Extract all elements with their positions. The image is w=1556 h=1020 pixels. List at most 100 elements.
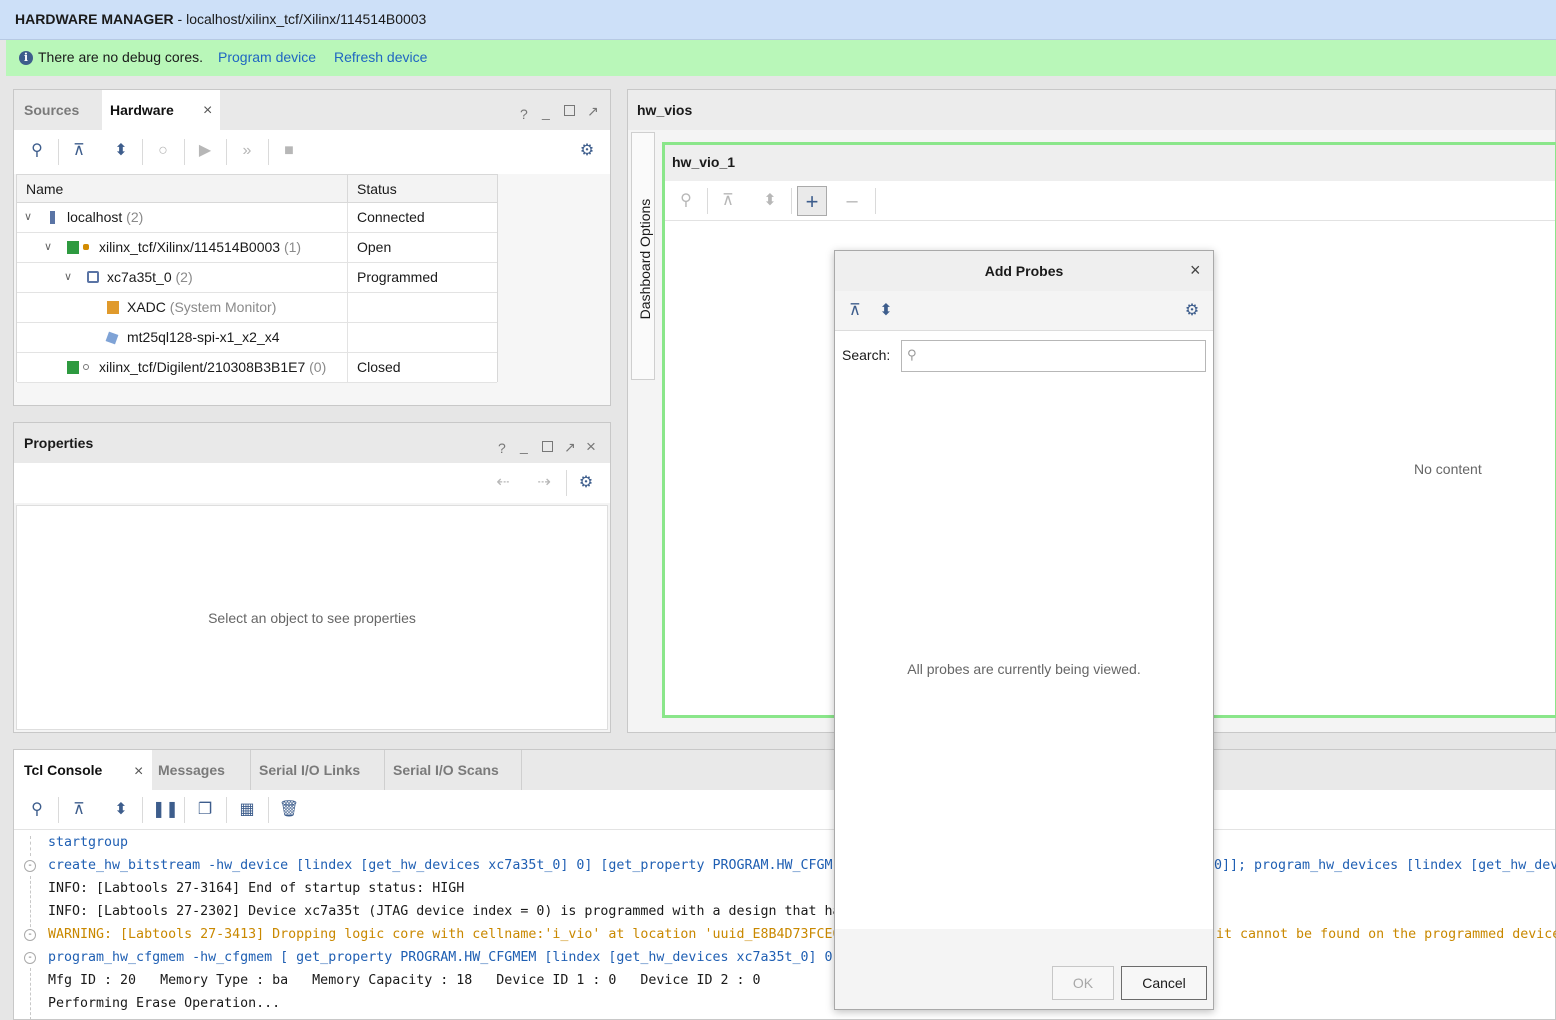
console-line-tail: 0]]; program_hw_devices [lindex [get_hw_… xyxy=(1214,858,1556,873)
tab-serial-io-links[interactable]: Serial I/O Links xyxy=(250,750,382,790)
pause-icon[interactable]: ❚❚ xyxy=(152,799,179,821)
console-line: create_hw_bitstream -hw_device [lindex [… xyxy=(48,858,833,873)
tree-item-label: XADC xyxy=(127,299,166,315)
stop-icon[interactable]: ■ xyxy=(278,140,300,162)
minimize-icon[interactable]: _ xyxy=(520,438,528,454)
float-icon[interactable]: ↗ xyxy=(564,439,576,456)
refresh-device-link[interactable]: Refresh device xyxy=(334,49,427,65)
run-trigger-icon[interactable]: ▶ xyxy=(194,140,216,162)
console-line: program_hw_cfgmem -hw_cfgmem [ get_prope… xyxy=(48,950,841,965)
collapse-all-icon[interactable]: ⊼ xyxy=(68,799,90,821)
search-icon[interactable]: ⚲ xyxy=(26,140,48,162)
gear-icon[interactable]: ⚙ xyxy=(1181,300,1203,322)
tree-item-label: mt25ql128-spi-x1_x2_x4 xyxy=(127,329,280,345)
console-tabstrip: Tcl Console × Messages Serial I/O Links … xyxy=(14,750,1555,790)
console-line: startgroup xyxy=(48,835,129,850)
maximize-icon[interactable] xyxy=(542,441,553,452)
console-line: INFO: [Labtools 27-3164] End of startup … xyxy=(48,881,465,896)
float-icon[interactable]: ↗ xyxy=(587,103,599,120)
title-bar: HARDWARE MANAGER - localhost/xilinx_tcf/… xyxy=(0,0,1556,40)
forward-arrow-icon[interactable]: ⇢ xyxy=(533,472,555,494)
status-value: Connected xyxy=(357,209,425,225)
copy-icon[interactable]: ❐ xyxy=(194,799,216,821)
tab-sources[interactable]: Sources xyxy=(14,90,102,130)
tab-messages[interactable]: Messages xyxy=(152,750,248,790)
expand-all-icon[interactable]: ⬍ xyxy=(875,300,897,322)
collapse-all-icon[interactable]: ⊼ xyxy=(844,300,866,322)
remove-probe-icon[interactable]: – xyxy=(841,190,863,212)
add-probes-dialog: Add Probes × ⊼ ⬍ ⚙ Search: ⚲ All probes … xyxy=(834,250,1214,1010)
fold-icon[interactable]: - xyxy=(24,860,36,872)
vio-toolbar: ⚲ ⊼ ⬍ + – xyxy=(665,181,1555,221)
close-icon[interactable]: × xyxy=(203,102,212,120)
status-value: Open xyxy=(357,239,392,255)
expand-all-icon[interactable]: ⬍ xyxy=(110,140,132,162)
gear-icon[interactable]: ⚙ xyxy=(576,140,598,162)
minimize-icon[interactable]: _ xyxy=(542,104,550,120)
status-value: Programmed xyxy=(357,269,438,285)
auto-connect-icon[interactable]: ○ xyxy=(152,140,174,162)
tree-row-target[interactable]: ∨ xilinx_tcf/Xilinx/114514B0003 (1) Open xyxy=(17,233,497,263)
table-icon[interactable]: ▦ xyxy=(236,799,258,821)
cancel-button[interactable]: Cancel xyxy=(1121,966,1207,1000)
probes-empty-text: All probes are currently being viewed. xyxy=(907,661,1141,677)
dialog-title: Add Probes xyxy=(835,251,1213,291)
ok-button[interactable]: OK xyxy=(1052,966,1114,1000)
search-icon[interactable]: ⚲ xyxy=(675,190,697,212)
search-input[interactable] xyxy=(922,344,1202,368)
hardware-toolbar: ⚲ ⊼ ⬍ ○ ▶ » ■ ⚙ xyxy=(14,130,610,174)
tree-row-localhost[interactable]: ∨ localhost (2) Connected xyxy=(17,203,497,233)
server-icon xyxy=(50,211,55,224)
chevron-down-icon[interactable]: ∨ xyxy=(44,240,52,253)
back-arrow-icon[interactable]: ⇠ xyxy=(492,472,514,494)
column-status: Status xyxy=(357,181,397,197)
maximize-icon[interactable] xyxy=(564,105,575,116)
expand-all-icon[interactable]: ⬍ xyxy=(110,799,132,821)
tree-row-xadc[interactable]: XADC (System Monitor) xyxy=(17,293,497,323)
vio-title: hw_vio_1 xyxy=(672,154,736,170)
tree-row-flash[interactable]: mt25ql128-spi-x1_x2_x4 xyxy=(17,323,497,353)
info-icon: i xyxy=(19,51,33,65)
help-icon[interactable]: ? xyxy=(520,106,528,122)
tab-tcl-console[interactable]: Tcl Console xyxy=(14,750,152,790)
gear-icon[interactable]: ⚙ xyxy=(575,472,597,494)
chevron-down-icon[interactable]: ∨ xyxy=(64,270,72,283)
open-target-icon xyxy=(83,244,89,250)
device-path: - localhost/xilinx_tcf/Xilinx/114514B000… xyxy=(173,11,427,27)
console-line: INFO: [Labtools 27-2302] Device xc7a35t … xyxy=(48,904,841,919)
properties-empty-text: Select an object to see properties xyxy=(208,610,416,626)
board-icon xyxy=(67,241,79,254)
debug-cores-banner: i There are no debug cores. Program devi… xyxy=(6,40,1556,76)
run-immediate-icon[interactable]: » xyxy=(236,140,258,162)
tree-row-target-closed[interactable]: xilinx_tcf/Digilent/210308B3B1E7 (0) Clo… xyxy=(17,353,497,383)
tab-serial-io-scans[interactable]: Serial I/O Scans xyxy=(384,750,522,790)
close-icon[interactable]: × xyxy=(1190,260,1201,281)
search-icon: ⚲ xyxy=(907,347,917,362)
program-device-link[interactable]: Program device xyxy=(218,49,316,65)
properties-title: Properties xyxy=(24,435,94,451)
properties-header: Properties ? _ ↗ × xyxy=(14,423,610,463)
tree-row-device[interactable]: ∨ xc7a35t_0 (2) Programmed xyxy=(17,263,497,293)
close-icon[interactable]: × xyxy=(586,437,596,457)
tree-header: Name Status xyxy=(17,175,497,203)
no-content-text: No content xyxy=(1414,461,1482,477)
app-title: HARDWARE MANAGER xyxy=(15,11,174,27)
search-icon[interactable]: ⚲ xyxy=(26,799,48,821)
help-icon[interactable]: ? xyxy=(498,440,506,456)
chevron-down-icon[interactable]: ∨ xyxy=(24,210,32,223)
collapse-all-icon[interactable]: ⊼ xyxy=(68,140,90,162)
closed-target-icon xyxy=(83,364,89,370)
console-line: Performing Erase Operation... xyxy=(48,996,281,1011)
add-probe-icon[interactable]: + xyxy=(797,186,827,216)
search-field[interactable]: ⚲ xyxy=(901,340,1206,372)
fold-icon[interactable]: - xyxy=(24,952,36,964)
collapse-all-icon[interactable]: ⊼ xyxy=(717,190,739,212)
trash-icon[interactable]: 🗑 xyxy=(278,799,300,821)
expand-all-icon[interactable]: ⬍ xyxy=(759,190,781,212)
dashboard-options-tab[interactable]: Dashboard Options xyxy=(631,132,655,380)
close-icon[interactable]: × xyxy=(134,763,143,781)
fold-icon[interactable]: - xyxy=(24,929,36,941)
properties-panel: Properties ? _ ↗ × ⇠ ⇢ ⚙ Select an objec… xyxy=(13,422,611,733)
properties-content: Select an object to see properties xyxy=(16,505,608,730)
memory-icon xyxy=(105,331,119,345)
